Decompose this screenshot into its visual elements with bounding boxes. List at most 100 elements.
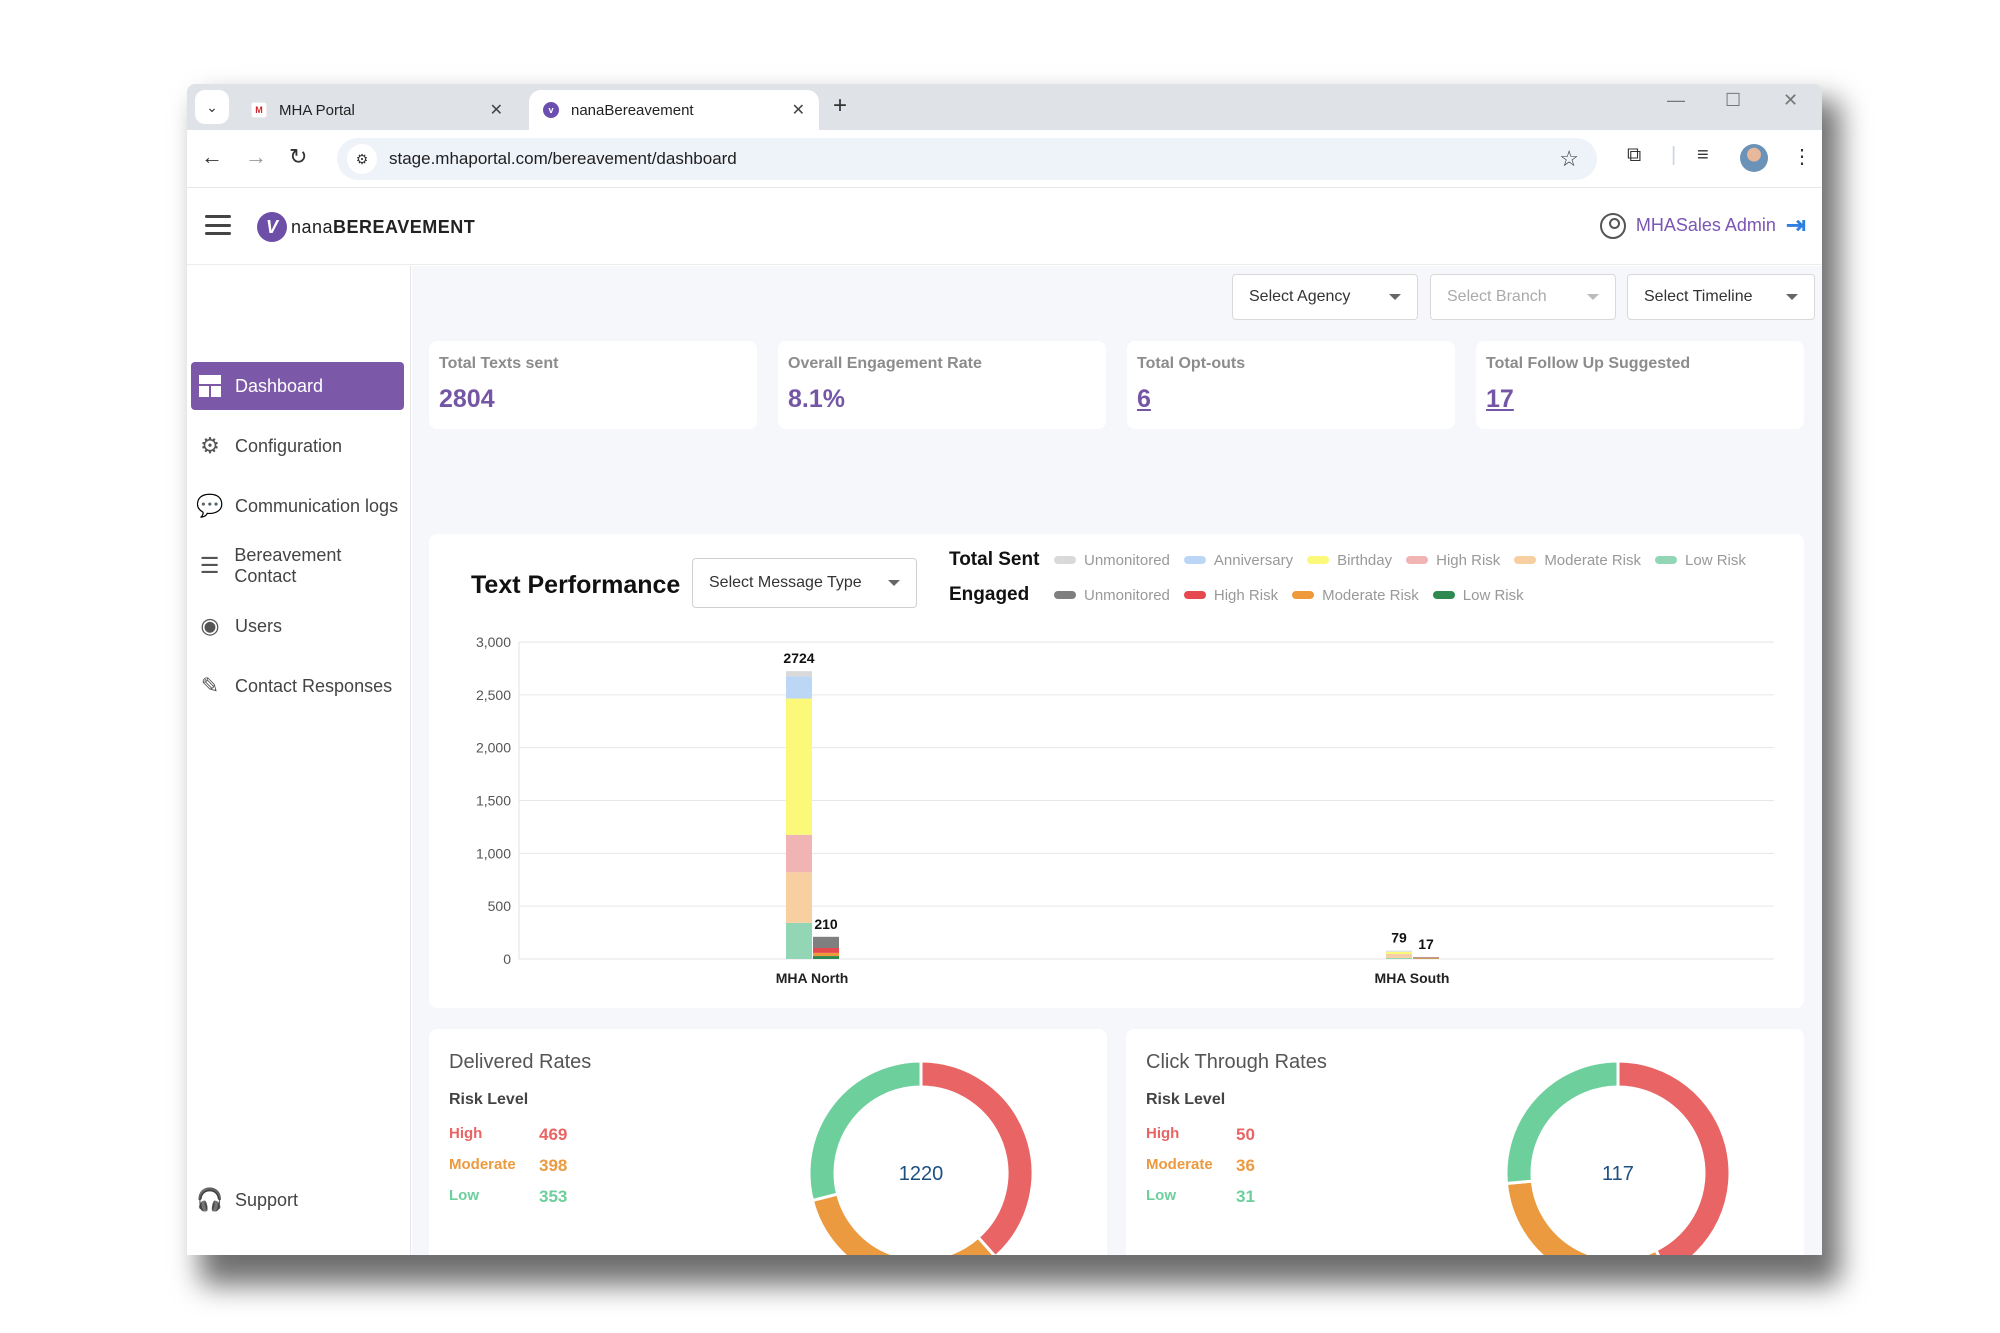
bar-segment-low-risk[interactable] (786, 922, 812, 959)
legend-swatch (1183, 591, 1206, 599)
more-menu-icon[interactable]: ⋮ (1792, 144, 1812, 169)
tab-search-button[interactable]: ⌄ (195, 90, 229, 124)
bar-segment-moderate-risk[interactable] (1413, 958, 1439, 959)
minimize-icon[interactable]: — (1667, 90, 1685, 111)
bar-segment-high-risk[interactable] (813, 948, 839, 953)
donut-slice-high[interactable] (1616, 1059, 1732, 1255)
stat-card-follow-up: Total Follow Up Suggested 17 (1476, 341, 1804, 429)
legend-label: High Risk (1436, 551, 1501, 569)
bar-segment-birthday[interactable] (786, 698, 812, 835)
legend-item[interactable]: High Risk (1183, 587, 1278, 604)
timeline-select[interactable]: Select Timeline (1627, 274, 1815, 320)
risk-level-heading: Risk Level (449, 1091, 529, 1108)
legend-swatch (1432, 591, 1455, 599)
legend-item[interactable]: Moderate Risk (1292, 587, 1419, 604)
bar-segment-anniversary[interactable] (1386, 951, 1412, 952)
sidebar-item-contact-responses[interactable]: ✎ Contact Responses (191, 662, 404, 710)
mha-favicon-icon: M (251, 102, 267, 118)
legend-label: Low Risk (1462, 586, 1524, 604)
sidebar-item-configuration[interactable]: ⚙ Configuration (191, 422, 404, 470)
risk-value: 36 (1236, 1156, 1255, 1175)
stat-card-engagement-rate: Overall Engagement Rate 8.1% (778, 341, 1106, 429)
user-circle-icon: ◉ (200, 613, 220, 638)
donut-center-value: 117 (1602, 1163, 1634, 1185)
sidebar-item-users[interactable]: ◉ Users (191, 602, 404, 650)
bar-segment-high-risk[interactable] (786, 834, 812, 873)
text-performance-card: 0 500 1,000 1,500 2,000 2,500 3,000 MHA North 27… (429, 534, 1804, 1008)
bar-segment-moderate-risk[interactable] (1386, 955, 1412, 958)
bar-segment-moderate-risk[interactable] (786, 872, 812, 923)
risk-row-moderate: Moderate 398 (449, 1156, 567, 1176)
risk-level-heading: Risk Level (1146, 1091, 1226, 1108)
forward-icon[interactable]: → (245, 144, 267, 170)
donut-chart: 117 (1504, 1059, 1732, 1255)
url-text[interactable]: stage.mhaportal.com/bereavement/dashboar… (389, 149, 737, 169)
maximize-icon[interactable]: ☐ (1725, 90, 1741, 111)
y-tick-label: 3,000 (476, 634, 511, 650)
tab-nana-bereavement[interactable]: v nanaBereavement ✕ (529, 90, 819, 130)
tab-mha-portal[interactable]: M MHA Portal ✕ (237, 90, 517, 130)
branch-select[interactable]: Select Branch (1430, 274, 1616, 320)
logout-icon[interactable]: ⇥ (1786, 211, 1806, 240)
legend-item[interactable]: Low Risk (1432, 586, 1524, 604)
agency-select[interactable]: Select Agency (1232, 274, 1418, 320)
bar-segment-moderate-risk[interactable] (813, 952, 839, 957)
legend-item[interactable]: Moderate Risk (1514, 552, 1641, 569)
stat-value-link[interactable]: 17 (1486, 385, 1794, 414)
legend-item[interactable]: Unmonitored (1054, 587, 1170, 604)
site-settings-icon[interactable]: ⚙ (347, 144, 377, 174)
sidebar-item-support[interactable]: 🎧 Support (191, 1176, 404, 1224)
nana-favicon-icon: v (543, 102, 559, 118)
contact-list-icon: ☰ (199, 553, 220, 578)
legend-item[interactable]: Birthday (1307, 552, 1392, 569)
click-through-rates-card: Click Through Rates Risk Level High 50 Mod… (1126, 1029, 1804, 1255)
sidebar-item-dashboard[interactable]: Dashboard (191, 362, 404, 410)
bar-segment-birthday[interactable] (1386, 951, 1412, 955)
profile-avatar-icon[interactable] (1740, 144, 1768, 172)
reload-icon[interactable]: ↻ (289, 144, 307, 170)
tab-strip: ⌄ M MHA Portal ✕ v nanaBereavement ✕ + —… (187, 84, 1822, 130)
bar-segment-unmonitored[interactable] (813, 936, 839, 949)
donut-title: Click Through Rates (1146, 1051, 1327, 1073)
close-tab-icon[interactable]: ✕ (792, 100, 805, 120)
toolbar-divider: | (1671, 144, 1677, 166)
app-header: V nanaBEREAVEMENT MHASales Admin ⇥ (187, 189, 1822, 265)
bar-segment-anniversary[interactable] (786, 676, 812, 699)
bar-segment-low-risk[interactable] (1386, 957, 1412, 959)
address-bar[interactable]: ⚙ stage.mhaportal.com/bereavement/dashbo… (337, 138, 1597, 180)
new-tab-button[interactable]: + (833, 92, 847, 120)
logo-icon: V (257, 212, 287, 242)
message-type-select[interactable]: Select Message Type (692, 558, 917, 608)
sidebar-item-bereavement-contact[interactable]: ☰ Bereavement Contact (191, 542, 404, 590)
caret-down-icon (1389, 294, 1401, 300)
legend-item[interactable]: Low Risk (1655, 552, 1746, 569)
media-control-icon[interactable]: ≡ (1697, 144, 1709, 167)
bookmark-star-icon[interactable]: ☆ (1559, 146, 1579, 172)
hamburger-menu-icon[interactable] (205, 215, 231, 235)
close-tab-icon[interactable]: ✕ (490, 100, 503, 120)
extensions-icon[interactable]: ⧉ (1627, 144, 1641, 167)
donut-chart: 1220 (807, 1059, 1035, 1255)
tab-title: MHA Portal (279, 101, 355, 119)
close-window-icon[interactable]: ✕ (1783, 90, 1798, 111)
dashboard-icon (197, 373, 223, 399)
risk-label: High (449, 1125, 483, 1142)
y-tick-label: 2,500 (476, 687, 511, 703)
donut-slice-moderate[interactable] (810, 1192, 996, 1255)
bar-segment-unmonitored[interactable] (1386, 950, 1412, 952)
sidebar-item-communication-logs[interactable]: 💬 Communication logs (191, 482, 404, 530)
stat-value-link[interactable]: 6 (1137, 385, 1445, 414)
risk-row-high: High 50 (1146, 1125, 1255, 1145)
legend-item[interactable]: High Risk (1406, 552, 1500, 569)
back-icon[interactable]: ← (201, 144, 223, 170)
donut-title: Delivered Rates (449, 1051, 592, 1073)
donut-slice-high[interactable] (919, 1059, 1035, 1255)
legend-item[interactable]: Unmonitored (1054, 552, 1170, 569)
donut-slice-moderate[interactable] (1504, 1179, 1667, 1255)
bar-segment-low-risk[interactable] (813, 956, 839, 959)
legend-label: Unmonitored (1084, 586, 1170, 604)
user-name[interactable]: MHASales Admin (1636, 215, 1776, 236)
bar-segment-unmonitored[interactable] (786, 671, 812, 677)
legend-item[interactable]: Anniversary (1183, 552, 1293, 569)
bar-segment-high-risk[interactable] (1386, 954, 1412, 956)
